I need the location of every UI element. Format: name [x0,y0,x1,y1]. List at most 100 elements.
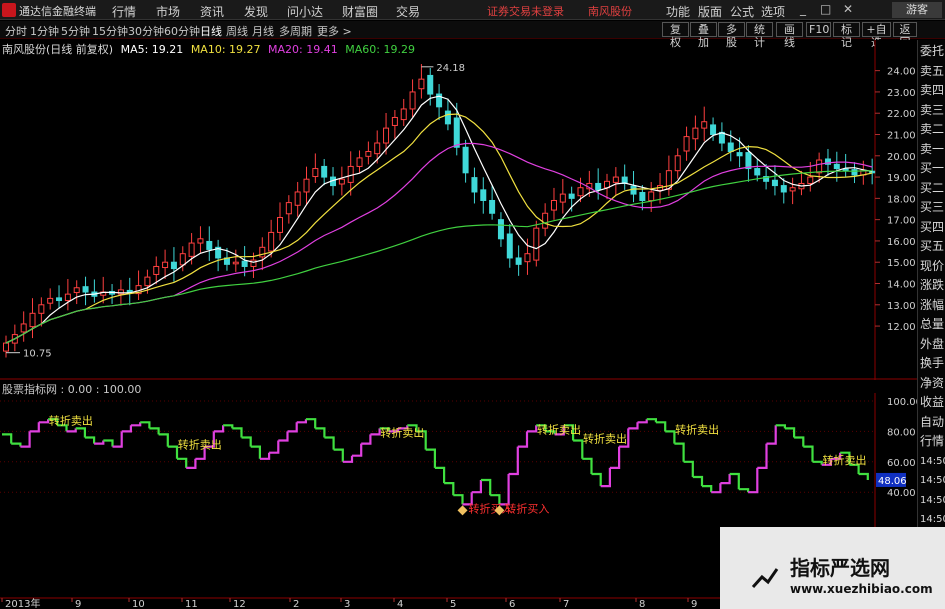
indicator-step [517,431,529,448]
period-daily[interactable]: 日线 [200,23,222,39]
candle-body [444,110,451,125]
sell-signal-label: 转折卖出 [178,438,222,452]
quote-panel-item[interactable]: 14:50 [920,473,945,488]
menu-item-options[interactable]: 选项 [761,3,785,20]
indicator-step [674,442,685,462]
indicator-step [241,436,252,447]
quote-panel-item[interactable]: 涨幅 [920,298,944,313]
quote-panel-item[interactable]: 卖一 [920,142,944,157]
quote-panel-item[interactable]: 卖四 [920,83,944,98]
quote-panel-item[interactable]: 委托 [920,44,944,59]
menu-item-wealth[interactable]: 财富圈 [342,3,378,20]
candlestick-chart[interactable]: 12.00 13.00 14.00 15.00 16.00 17.00 18.00 19.00… [0,40,917,380]
quote-panel-item[interactable]: 卖三 [920,103,944,118]
menu-item-trade[interactable]: 交易 [396,3,420,20]
period-30min[interactable]: 30分钟 [128,23,164,39]
candle-body [117,289,124,295]
quote-panel-item[interactable]: 收益 [920,395,944,410]
menu-item-discover[interactable]: 发现 [244,3,268,20]
quote-panel-item[interactable]: 现价 [920,259,944,274]
candle-body [338,178,345,185]
quote-panel-item[interactable]: 总量 [920,317,944,332]
quote-panel-item[interactable]: 14:50 [920,512,945,527]
quote-panel-item[interactable]: 自动 [920,415,944,430]
indicator-step [748,467,759,494]
indicator-step [287,422,298,433]
quote-panel-item[interactable]: 卖五 [920,64,944,79]
price-tick-label: 20.00 [887,152,916,163]
menu-item-news[interactable]: 资讯 [200,3,224,20]
candle-body [577,187,584,197]
indicator-step [94,440,105,445]
high-label: 24.18 [436,63,465,74]
app-logo-icon [2,3,16,17]
candle-body [250,259,257,267]
close-icon[interactable]: ✕ [843,2,853,16]
indicator-step [324,436,335,450]
quote-panel-item[interactable]: 买四 [920,220,944,235]
draw-line-button[interactable]: 画线 [776,22,803,49]
login-status[interactable]: 证券交易未登录 [487,3,564,19]
mark-button[interactable]: 标记 [833,22,860,49]
period-60min[interactable]: 60分钟 [164,23,200,39]
menu-item-formula[interactable]: 公式 [730,3,754,20]
period-more[interactable]: 更多 > [317,23,352,39]
quote-panel-item[interactable]: 卖二 [920,122,944,137]
quote-panel-item[interactable]: 涨跌 [920,278,944,293]
ma60-label: MA60: 19.29 [345,43,415,56]
period-1min[interactable]: 1分钟 [30,23,59,39]
candle-body [568,193,575,199]
indicator-step [720,474,731,485]
minimize-icon[interactable]: _ [800,2,806,16]
candle-body [197,238,204,244]
stats-button[interactable]: 统计 [746,22,773,49]
adjust-button[interactable]: 复权 [662,22,689,49]
period-15min[interactable]: 15分钟 [92,23,128,39]
candle-body [674,155,681,172]
quote-panel-item[interactable]: 14:50 [920,493,945,508]
candle-body [391,116,398,126]
indicator-step [471,480,482,494]
period-weekly[interactable]: 周线 [226,23,248,39]
multi-stock-button[interactable]: 多股 [718,22,745,49]
menu-item-layout[interactable]: 版面 [698,3,722,20]
quote-panel-item[interactable]: 14:50 [920,454,945,469]
stock-label: 南风股份(日线 前复权) [2,43,114,56]
quote-panel-item[interactable]: 换手 [920,356,944,371]
quote-panel-item[interactable]: 行情 [920,434,944,449]
menu-item-function[interactable]: 功能 [666,3,690,20]
quote-panel-item[interactable]: 买一 [920,161,944,176]
add-watchlist-button[interactable]: +自选 [862,22,891,49]
quote-panel-item[interactable]: 买二 [920,181,944,196]
indicator-step [269,440,280,454]
period-5min[interactable]: 5分钟 [61,23,90,39]
menu-item-exchange[interactable]: 市场 [156,3,180,20]
app-title: 通达信金融终端 [19,5,96,18]
f10-button[interactable]: F10 [806,22,831,37]
watermark-site-url: www.xuezhibiao.com [790,582,933,596]
candle-body [276,217,283,233]
quote-panel-item[interactable]: 买三 [920,200,944,215]
overlay-button[interactable]: 叠加 [690,22,717,49]
candle-body [497,219,504,240]
indicator-step [84,436,96,444]
indicator-step [683,460,694,477]
indicator-step [729,472,740,490]
indicator-step [766,425,777,445]
quote-panel-item[interactable]: 买五 [920,239,944,254]
maximize-icon[interactable]: □ [820,2,831,16]
menu-item-ask[interactable]: 问小达 [287,3,323,20]
quote-panel-item[interactable]: 净资 [920,376,944,391]
back-button[interactable]: 返回 [893,22,917,49]
period-multi[interactable]: 多周期 [279,23,312,39]
ma10-line [5,113,873,344]
time-tick-label: 2013年 [5,597,40,609]
quote-panel-item[interactable]: 外盘 [920,337,944,352]
time-tick-label: 2 [293,599,299,609]
period-monthly[interactable]: 月线 [252,23,274,39]
candle-body [162,261,169,269]
period-intraday[interactable]: 分时 [5,23,27,39]
guest-button[interactable]: 游客 [892,2,942,18]
menu-item-market[interactable]: 行情 [112,3,136,20]
indicator-step [296,419,307,424]
